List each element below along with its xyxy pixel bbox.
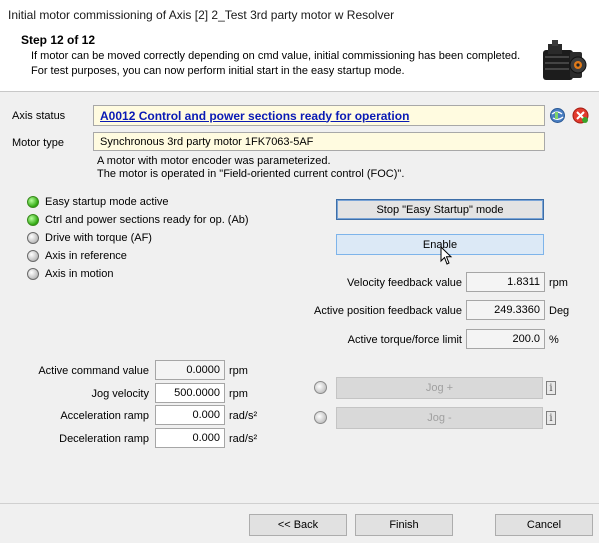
command-value-unit: rpm: [229, 365, 248, 377]
position-feedback-label: Active position feedback value: [314, 305, 462, 317]
axis-status-label: Axis status: [12, 110, 66, 122]
status-label: Easy startup mode active: [45, 196, 169, 208]
back-button[interactable]: << Back: [249, 514, 347, 536]
position-feedback-value: 249.3360: [466, 300, 545, 320]
mouse-cursor-icon: [440, 246, 453, 265]
jog-minus-radio[interactable]: [314, 411, 327, 424]
jog-velocity-unit: rpm: [229, 388, 248, 400]
status-label: Ctrl and power sections ready for op. (A…: [45, 214, 249, 226]
motor-type-field: Synchronous 3rd party motor 1FK7063-5AF: [93, 132, 545, 151]
status-axis-motion: Axis in motion: [27, 266, 113, 282]
window-titlebar: Initial motor commissioning of Axis [2] …: [0, 0, 599, 30]
status-led-off-icon: [27, 232, 39, 244]
jog-minus-button[interactable]: Jog -: [336, 407, 543, 429]
status-label: Drive with torque (AF): [45, 232, 152, 244]
torque-limit-value: 200.0: [466, 329, 545, 349]
velocity-feedback-label: Velocity feedback value: [347, 277, 462, 289]
window-title: Initial motor commissioning of Axis [2] …: [8, 8, 395, 22]
torque-limit-unit: %: [549, 334, 559, 346]
cancel-button[interactable]: Cancel: [495, 514, 593, 536]
status-led-off-icon: [27, 250, 39, 262]
status-label: Axis in reference: [45, 250, 127, 262]
status-led-off-icon: [27, 268, 39, 280]
deceleration-ramp-input[interactable]: 0.000: [155, 428, 225, 448]
acceleration-ramp-input[interactable]: 0.000: [155, 405, 225, 425]
finish-button[interactable]: Finish: [355, 514, 453, 536]
motor-type-value: Synchronous 3rd party motor 1FK7063-5AF: [100, 135, 314, 148]
position-feedback-unit: Deg: [549, 305, 570, 317]
torque-limit-label: Active torque/force limit: [347, 334, 462, 346]
command-value-field: 0.0000: [155, 360, 225, 380]
info-icon[interactable]: i: [546, 381, 556, 395]
jog-plus-button[interactable]: Jog +: [336, 377, 543, 399]
info-icon[interactable]: i: [546, 411, 556, 425]
motor-type-label: Motor type: [12, 137, 64, 149]
motor-image: [543, 40, 587, 80]
velocity-feedback-value: 1.8311: [466, 272, 545, 292]
motor-note-line1: A motor with motor encoder was parameter…: [97, 155, 331, 167]
status-easy-startup: Easy startup mode active: [27, 194, 169, 210]
deceleration-ramp-unit: rad/s²: [229, 433, 258, 445]
command-value-label: Active command value: [38, 365, 149, 377]
step-header: Step 12 of 12 If motor can be moved corr…: [0, 30, 599, 92]
status-led-on-icon: [27, 214, 39, 226]
status-drive-torque: Drive with torque (AF): [27, 230, 152, 246]
stop-easy-startup-button[interactable]: Stop "Easy Startup" mode: [336, 199, 544, 220]
status-ctrl-power-ready: Ctrl and power sections ready for op. (A…: [27, 212, 249, 228]
status-axis-reference: Axis in reference: [27, 248, 127, 264]
deceleration-ramp-label: Deceleration ramp: [59, 433, 149, 445]
jog-plus-radio[interactable]: [314, 381, 327, 394]
header-description-line1: If motor can be moved correctly dependin…: [31, 50, 521, 62]
globe-refresh-icon[interactable]: [549, 107, 566, 124]
jog-velocity-label: Jog velocity: [91, 388, 149, 400]
status-label: Axis in motion: [45, 268, 114, 280]
acceleration-ramp-unit: rad/s²: [229, 410, 258, 422]
axis-status-field[interactable]: A0012 Control and power sections ready f…: [93, 105, 545, 126]
jog-velocity-input[interactable]: 500.0000: [155, 383, 225, 403]
acceleration-ramp-label: Acceleration ramp: [60, 410, 149, 422]
error-close-icon[interactable]: [572, 107, 589, 124]
step-indicator: Step 12 of 12: [21, 33, 96, 47]
axis-status-link[interactable]: A0012 Control and power sections ready f…: [100, 109, 409, 123]
header-description-line2: For test purposes, you can now perform i…: [31, 65, 405, 77]
motor-note-line2: The motor is operated in "Field-oriented…: [97, 168, 405, 180]
status-led-on-icon: [27, 196, 39, 208]
velocity-feedback-unit: rpm: [549, 277, 568, 289]
